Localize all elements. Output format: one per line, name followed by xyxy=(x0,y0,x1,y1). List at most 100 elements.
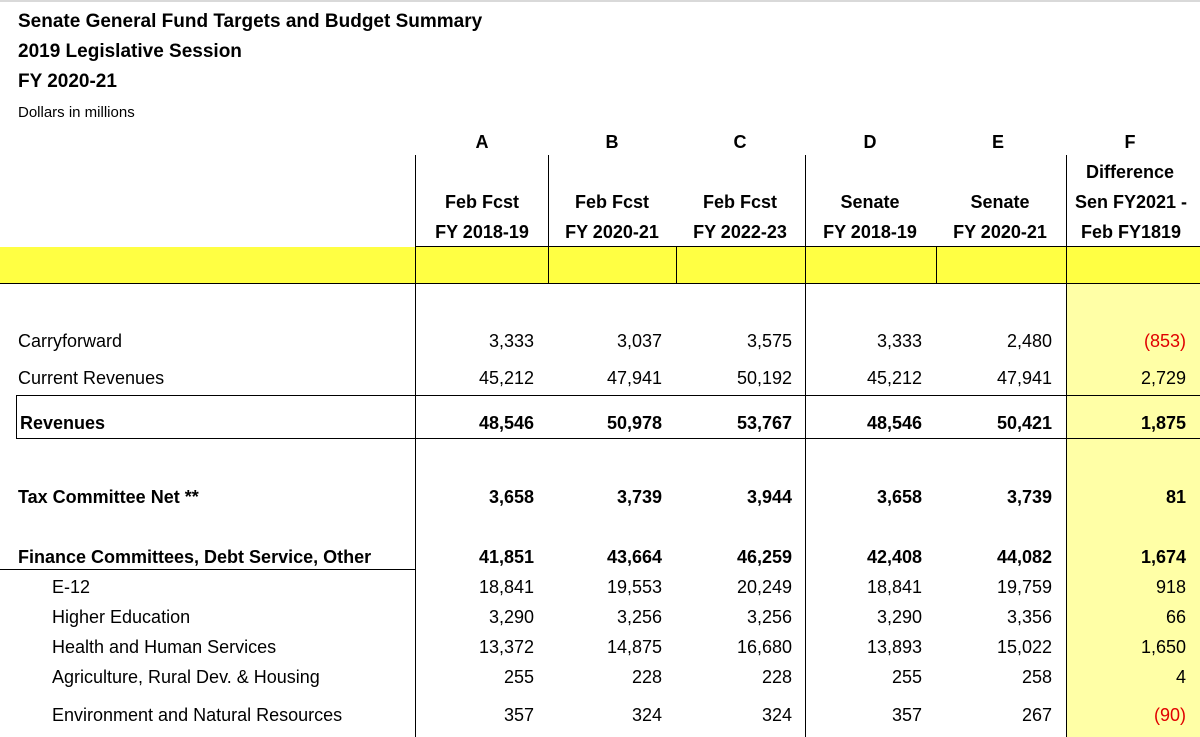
row-value-col-c: 3,944 xyxy=(746,487,792,507)
units-note: Dollars in millions xyxy=(18,104,135,121)
band-bottom-border xyxy=(0,283,1200,284)
row-value-col-e: 3,739 xyxy=(1006,487,1052,507)
row-value-col-c: 46,259 xyxy=(736,547,792,567)
row-value-col-d: 357 xyxy=(891,705,922,725)
row-value-col-b: 43,664 xyxy=(606,547,662,567)
row-value-col-d: 3,290 xyxy=(876,607,922,627)
row-value-col-b: 19,553 xyxy=(606,577,662,597)
highlight-band-row xyxy=(0,247,1200,283)
grid-vline-b2 xyxy=(548,247,549,283)
row-value-col-c: 50,192 xyxy=(736,368,792,388)
row-value-col-a: 3,290 xyxy=(488,607,534,627)
row-value-col-c: 53,767 xyxy=(736,413,792,433)
row-value-col-f: 1,875 xyxy=(1140,413,1186,433)
row-value-col-e: 50,421 xyxy=(996,413,1052,433)
finance-label-underline xyxy=(0,569,415,570)
col-letter-a: A xyxy=(475,132,489,152)
row-value-col-b: 3,256 xyxy=(616,607,662,627)
row-value-col-a: 41,851 xyxy=(478,547,534,567)
row-value-col-d: 13,893 xyxy=(866,637,922,657)
grid-vline-c2 xyxy=(676,247,677,283)
row-value-col-c: 16,680 xyxy=(736,637,792,657)
header-bottom-border xyxy=(415,246,1200,247)
row-value-col-f: 66 xyxy=(1165,607,1186,627)
row-label: Current Revenues xyxy=(18,368,165,388)
row-label: Health and Human Services xyxy=(52,637,277,657)
row-value-col-d: 3,658 xyxy=(876,487,922,507)
report-title: Senate General Fund Targets and Budget S… xyxy=(18,11,483,32)
row-value-col-b: 228 xyxy=(631,667,662,687)
col-e-header-line2: Senate xyxy=(970,192,1030,212)
row-value-col-b: 14,875 xyxy=(606,637,662,657)
row-value-col-c: 324 xyxy=(761,705,792,725)
row-value-col-b: 3,037 xyxy=(616,331,662,351)
row-value-col-e: 267 xyxy=(1021,705,1052,725)
row-label: Higher Education xyxy=(52,607,191,627)
row-value-col-e: 258 xyxy=(1021,667,1052,687)
col-f-header-line1: Difference xyxy=(1085,162,1175,182)
row-label: Finance Committees, Debt Service, Other xyxy=(18,547,372,567)
row-value-col-f: 918 xyxy=(1155,577,1186,597)
row-value-col-a: 45,212 xyxy=(478,368,534,388)
row-value-col-f: (90) xyxy=(1153,705,1186,725)
row-value-col-f: 4 xyxy=(1175,667,1186,687)
col-letter-b: B xyxy=(605,132,619,152)
row-value-col-e: 47,941 xyxy=(996,368,1052,388)
row-value-col-a: 357 xyxy=(503,705,534,725)
row-label: Revenues xyxy=(20,413,106,433)
col-letter-c: C xyxy=(733,132,747,152)
grid-vline-e2 xyxy=(936,247,937,283)
col-e-header-line3: FY 2020-21 xyxy=(953,222,1047,242)
fiscal-year-title: FY 2020-21 xyxy=(18,71,117,92)
row-value-col-a: 18,841 xyxy=(478,577,534,597)
col-letter-f: F xyxy=(1124,132,1136,152)
col-d-header-line3: FY 2018-19 xyxy=(823,222,917,242)
row-value-col-d: 18,841 xyxy=(866,577,922,597)
col-letter-e: E xyxy=(991,132,1004,152)
row-value-col-c: 3,256 xyxy=(746,607,792,627)
row-label: Environment and Natural Resources xyxy=(52,705,343,725)
row-value-col-e: 44,082 xyxy=(996,547,1052,567)
row-value-col-a: 3,333 xyxy=(488,331,534,351)
row-value-col-d: 48,546 xyxy=(866,413,922,433)
row-label: Carryforward xyxy=(18,331,123,351)
sheet-top-border xyxy=(0,0,1200,2)
col-c-header-line2: Feb Fcst xyxy=(702,192,777,212)
row-value-col-a: 48,546 xyxy=(478,413,534,433)
row-value-col-a: 3,658 xyxy=(488,487,534,507)
row-value-col-a: 13,372 xyxy=(478,637,534,657)
col-a-header-line3: FY 2018-19 xyxy=(435,222,529,242)
row-value-col-d: 255 xyxy=(891,667,922,687)
col-f-header-line3: Feb FY1819 xyxy=(1080,222,1182,242)
row-value-col-b: 47,941 xyxy=(606,368,662,388)
col-b-header-line2: Feb Fcst xyxy=(574,192,649,212)
col-d-header-line2: Senate xyxy=(840,192,900,212)
row-label: E-12 xyxy=(52,577,91,597)
col-b-header-line3: FY 2020-21 xyxy=(565,222,659,242)
row-value-col-e: 3,356 xyxy=(1006,607,1052,627)
row-value-col-b: 324 xyxy=(631,705,662,725)
session-title: 2019 Legislative Session xyxy=(18,41,242,62)
col-letter-d: D xyxy=(863,132,877,152)
row-value-col-c: 228 xyxy=(761,667,792,687)
row-label: Agriculture, Rural Dev. & Housing xyxy=(52,667,320,687)
row-value-col-d: 45,212 xyxy=(866,368,922,388)
col-c-header-line3: FY 2022-23 xyxy=(693,222,787,242)
row-label: Tax Committee Net ** xyxy=(18,487,199,507)
row-value-col-d: 42,408 xyxy=(866,547,922,567)
row-value-col-e: 19,759 xyxy=(996,577,1052,597)
row-value-col-e: 15,022 xyxy=(996,637,1052,657)
row-value-col-a: 255 xyxy=(503,667,534,687)
col-f-header-line2: Sen FY2021 - xyxy=(1074,192,1188,212)
row-value-col-e: 2,480 xyxy=(1006,331,1052,351)
row-value-col-f: 2,729 xyxy=(1140,368,1186,388)
row-value-col-f: 1,674 xyxy=(1140,547,1186,567)
row-value-col-b: 50,978 xyxy=(606,413,662,433)
row-value-col-b: 3,739 xyxy=(616,487,662,507)
row-value-col-f: (853) xyxy=(1143,331,1186,351)
row-value-col-f: 81 xyxy=(1165,487,1186,507)
col-a-header-line2: Feb Fcst xyxy=(444,192,519,212)
row-value-col-d: 3,333 xyxy=(876,331,922,351)
row-value-col-f: 1,650 xyxy=(1140,637,1186,657)
row-value-col-c: 20,249 xyxy=(736,577,792,597)
